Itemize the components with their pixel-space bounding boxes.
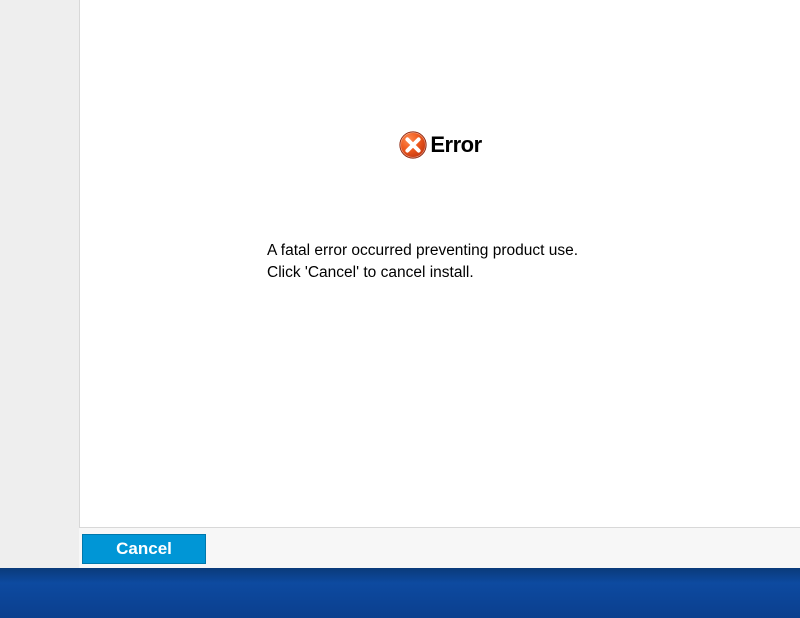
content-panel: Error A fatal error occurred preventing … [79, 0, 800, 528]
error-message-line1: A fatal error occurred preventing produc… [267, 240, 727, 262]
error-heading-row: Error [80, 130, 800, 160]
error-x-icon [398, 130, 428, 160]
cancel-button[interactable]: Cancel [82, 534, 206, 564]
installer-window: Error A fatal error occurred preventing … [0, 0, 800, 618]
error-title: Error [430, 132, 481, 158]
error-message-line2: Click 'Cancel' to cancel install. [267, 262, 727, 284]
taskbar[interactable] [0, 568, 800, 618]
error-message: A fatal error occurred preventing produc… [267, 240, 727, 284]
